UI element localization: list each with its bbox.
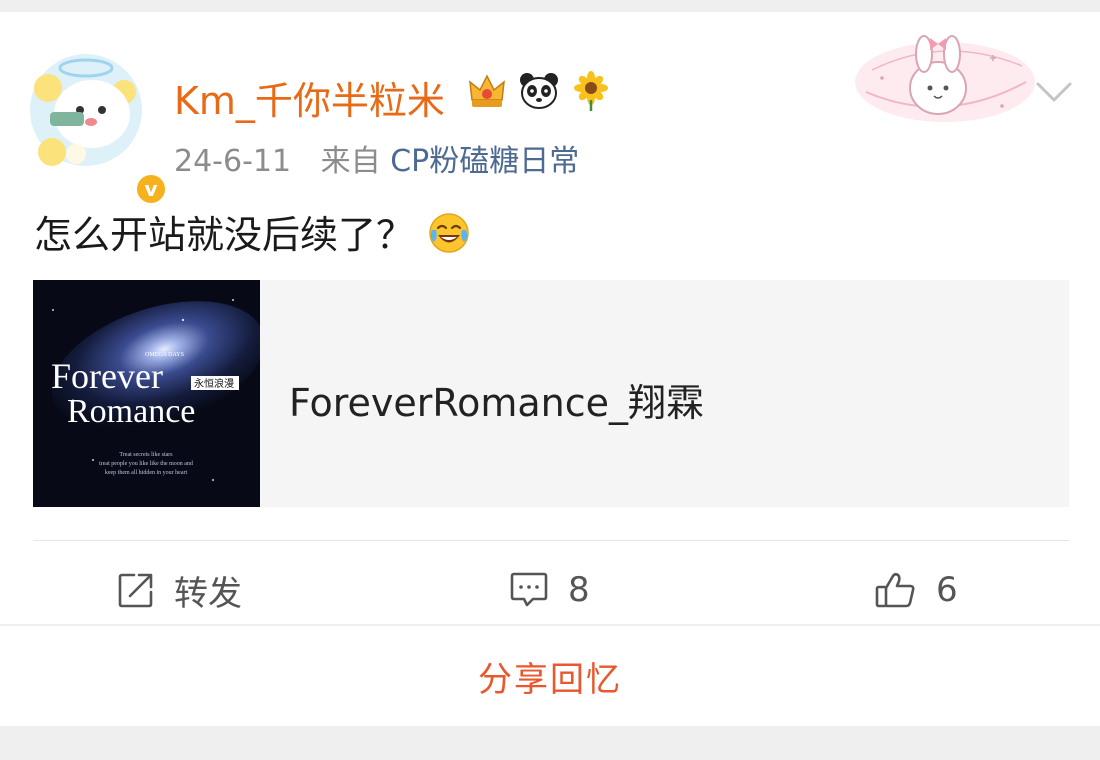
post-text: 怎么开站就没后续了？ <box>34 204 470 259</box>
cover-line2: Romance <box>67 393 195 430</box>
divider <box>33 540 1069 541</box>
link-title: ForeverRomance_翔霖 <box>289 381 705 425</box>
laugh-cry-emoji-icon <box>429 213 469 253</box>
post-date: 24-6-11 <box>174 144 292 179</box>
panda-icon[interactable] <box>518 70 560 112</box>
repost-icon <box>118 573 153 608</box>
comment-icon <box>510 572 548 607</box>
link-card[interactable]: OMEGA DAYS Forever Romance 永恒浪漫 Treat se… <box>33 280 1069 507</box>
comment-button[interactable]: 8 <box>508 560 590 620</box>
cover-line1: Forever <box>51 356 163 396</box>
verified-badge-icon: v <box>134 172 168 206</box>
avatar[interactable]: v <box>28 48 168 206</box>
sunflower-icon[interactable] <box>570 70 612 112</box>
galaxy-cover-image: OMEGA DAYS Forever Romance 永恒浪漫 Treat se… <box>33 280 260 507</box>
link-thumbnail: OMEGA DAYS Forever Romance 永恒浪漫 Treat se… <box>33 280 260 507</box>
share-memory-button[interactable]: 分享回忆 <box>0 626 1100 726</box>
repost-label: 转发 <box>174 573 242 614</box>
cover-quote-3: keep them all hidden in your heart <box>105 470 188 476</box>
username[interactable]: Km_千你半粒米 <box>174 70 445 125</box>
cover-quote-2: treat people you like like the moon and <box>99 461 193 467</box>
crown-icon[interactable] <box>466 70 508 112</box>
thumbs-up-icon <box>875 572 915 608</box>
bunny-decoration-icon <box>855 35 1035 122</box>
post-text-content: 怎么开站就没后续了？ <box>34 213 415 257</box>
post-card: v Km_千你半粒米 24-6-11 来自 CP粉磕糖日常 怎么开站就没后续了？… <box>0 12 1100 624</box>
like-count: 6 <box>936 570 958 610</box>
cover-quote-1: Treat secrets like stars <box>119 452 173 458</box>
like-button[interactable]: 6 <box>874 560 958 620</box>
from-label: 来自 <box>320 144 381 179</box>
comment-count: 8 <box>568 570 590 610</box>
post-meta: 24-6-11 来自 CP粉磕糖日常 <box>174 136 579 180</box>
repost-button[interactable]: 转发 <box>116 560 242 620</box>
user-badges <box>466 70 612 112</box>
avatar-image <box>30 54 142 166</box>
share-memory-label: 分享回忆 <box>478 659 622 700</box>
chevron-down-icon[interactable] <box>1030 72 1078 112</box>
cover-cn-label: 永恒浪漫 <box>194 377 234 390</box>
source-link[interactable]: CP粉磕糖日常 <box>390 144 579 179</box>
